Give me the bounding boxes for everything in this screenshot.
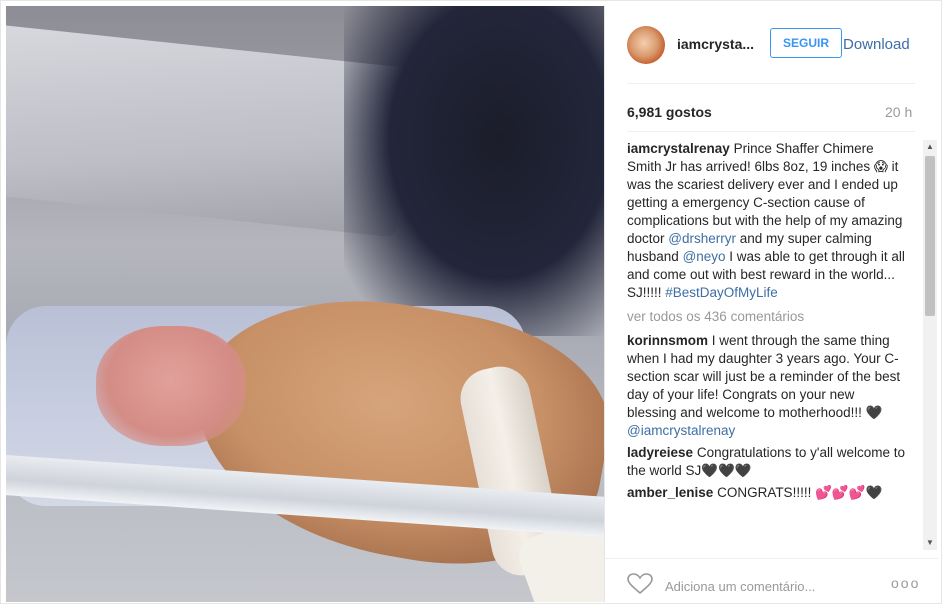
comment-item: amber_lenise CONGRATS!!!!! 💕💕💕🖤	[627, 484, 907, 502]
hashtag-link[interactable]: #BestDayOfMyLife	[665, 285, 778, 300]
username-link[interactable]: iamcrysta...	[677, 36, 754, 52]
comments-list: iamcrystalrenay Prince Shaffer Chimere S…	[627, 140, 907, 550]
scrollbar-thumb[interactable]	[925, 156, 935, 316]
follow-button[interactable]: SEGUIR	[770, 28, 842, 58]
post-time[interactable]: 20 h	[885, 104, 912, 120]
photo-baby-hand	[96, 326, 246, 446]
mention-link[interactable]: @iamcrystalrenay	[627, 423, 735, 438]
caption-username[interactable]: iamcrystalrenay	[627, 141, 730, 156]
comment-item: ladyreiese Congratulations to y'all welc…	[627, 444, 907, 480]
caption: iamcrystalrenay Prince Shaffer Chimere S…	[627, 140, 907, 302]
photo-shadow	[344, 6, 604, 336]
download-link[interactable]: Download	[843, 36, 910, 53]
view-all-comments-link[interactable]: ver todos os 436 comentários	[627, 308, 907, 326]
comment-text: CONGRATS!!!!! 💕💕💕🖤	[713, 485, 883, 500]
post-footer: ooo	[605, 558, 938, 603]
comment-item: korinnsmom I went through the same thing…	[627, 332, 907, 440]
comment-username[interactable]: amber_lenise	[627, 485, 713, 500]
post-header: iamcrysta... SEGUIR Download	[605, 6, 938, 83]
avatar[interactable]	[627, 26, 665, 64]
comments-scrollbar[interactable]: ▲ ▼	[923, 140, 937, 550]
scroll-up-arrow-icon[interactable]: ▲	[923, 140, 937, 154]
comment-username[interactable]: ladyreiese	[627, 445, 693, 460]
likes-count[interactable]: 6,981 gostos	[627, 104, 712, 120]
comment-username[interactable]: korinnsmom	[627, 333, 708, 348]
comment-input[interactable]	[665, 577, 865, 595]
mention-link[interactable]: @neyo	[683, 249, 726, 264]
divider	[627, 131, 915, 132]
divider	[627, 83, 915, 84]
post-photo[interactable]	[6, 6, 605, 602]
mention-link[interactable]: @drsherryr	[668, 231, 736, 246]
more-options-icon[interactable]: ooo	[891, 575, 920, 591]
scroll-down-arrow-icon[interactable]: ▼	[923, 536, 937, 550]
post-side-panel: iamcrysta... SEGUIR Download 6,981 gosto…	[605, 6, 938, 602]
heart-icon[interactable]	[627, 573, 653, 595]
